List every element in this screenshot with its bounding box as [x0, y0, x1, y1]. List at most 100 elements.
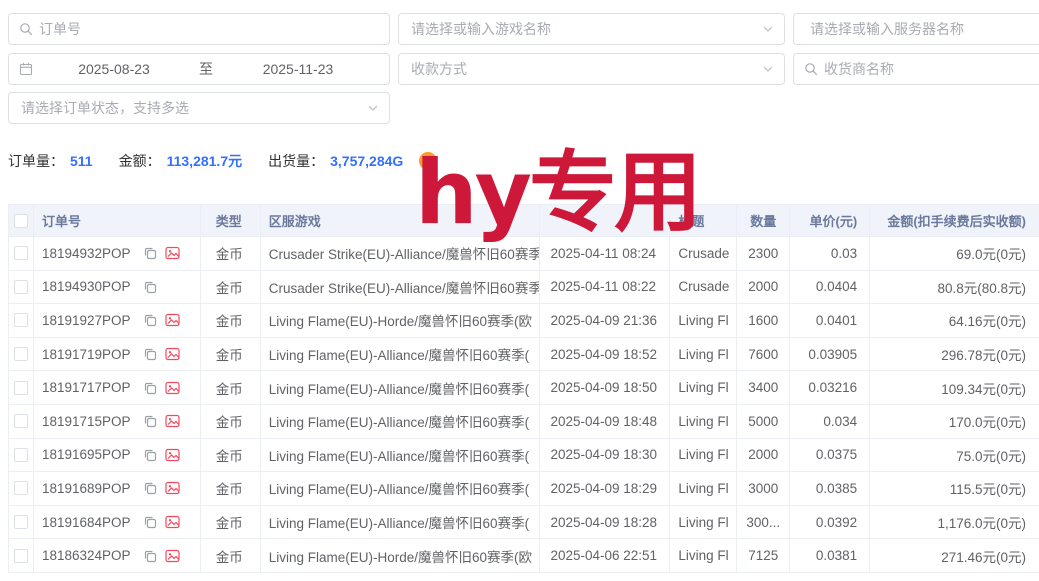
game-name-select[interactable]: 请选择或输入游戏名称 — [398, 13, 785, 45]
order-number: 18194930POP — [42, 279, 131, 294]
image-icon[interactable] — [165, 481, 180, 495]
copy-icon[interactable] — [143, 448, 157, 462]
order-title: Crusade — [670, 271, 737, 305]
order-title: Living Fl — [670, 338, 737, 372]
order-cell: 18191684POP — [34, 506, 201, 540]
quantity: 5000 — [737, 405, 790, 439]
copy-icon[interactable] — [143, 414, 157, 428]
amount: 1,176.0元(0元) — [870, 506, 1039, 540]
server-game: Living Flame(EU)-Alliance/魔兽怀旧60赛季( — [261, 405, 541, 439]
order-type: 金币 — [201, 304, 261, 338]
order-cell: 18194930POP — [34, 271, 201, 305]
image-icon[interactable] — [165, 448, 180, 462]
quantity: 3400 — [737, 371, 790, 405]
row-checkbox-cell — [9, 338, 34, 372]
order-number-input[interactable]: 订单号 — [8, 13, 390, 45]
image-icon[interactable] — [165, 347, 180, 361]
order-title: Living Fl — [670, 539, 737, 573]
row-checkbox[interactable] — [14, 414, 28, 428]
calendar-icon — [19, 62, 33, 76]
date-start[interactable]: 2025-08-23 — [33, 61, 195, 77]
chevron-down-icon — [762, 23, 774, 35]
order-time: 2025-04-11 08:22 — [540, 271, 670, 305]
date-end[interactable]: 2025-11-23 — [217, 61, 379, 77]
image-icon[interactable] — [165, 515, 180, 529]
order-number: 18186324POP — [42, 548, 131, 563]
receiver-name-input[interactable]: 收货商名称 — [793, 53, 1039, 85]
order-title: Living Fl — [670, 304, 737, 338]
date-range-picker[interactable]: 2025-08-23 至 2025-11-23 — [8, 53, 390, 85]
unit-price: 0.03 — [790, 237, 870, 271]
server-game: Crusader Strike(EU)-Alliance/魔兽怀旧60赛季( — [261, 271, 541, 305]
table-row: 18194932POP金币Crusader Strike(EU)-Allianc… — [9, 237, 1039, 271]
order-type: 金币 — [201, 539, 261, 573]
order-cell: 18191715POP — [34, 405, 201, 439]
row-checkbox[interactable] — [14, 280, 28, 294]
order-title: Living Fl — [670, 439, 737, 473]
copy-icon[interactable] — [143, 313, 157, 327]
order-time: 2025-04-06 22:51 — [540, 539, 670, 573]
row-checkbox[interactable] — [14, 381, 28, 395]
server-game: Living Flame(EU)-Alliance/魔兽怀旧60赛季( — [261, 472, 541, 506]
table-row: 18191719POP金币Living Flame(EU)-Alliance/魔… — [9, 338, 1039, 372]
server-game: Living Flame(EU)-Horde/魔兽怀旧60赛季(欧 — [261, 304, 541, 338]
copy-icon[interactable] — [143, 347, 157, 361]
row-checkbox[interactable] — [14, 347, 28, 361]
image-icon[interactable] — [165, 381, 180, 395]
copy-icon[interactable] — [143, 481, 157, 495]
row-checkbox-cell — [9, 371, 34, 405]
receiver-name-placeholder: 收货商名称 — [824, 59, 894, 79]
row-checkbox-cell — [9, 405, 34, 439]
order-title: Crusade — [670, 237, 737, 271]
image-icon[interactable] — [165, 549, 180, 563]
row-checkbox-cell — [9, 237, 34, 271]
game-name-placeholder: 请选择或输入游戏名称 — [411, 19, 551, 39]
order-time: 2025-04-09 18:30 — [540, 439, 670, 473]
image-icon[interactable] — [165, 246, 180, 260]
chevron-down-icon — [762, 63, 774, 75]
copy-icon[interactable] — [143, 381, 157, 395]
order-type: 金币 — [201, 338, 261, 372]
copy-icon[interactable] — [143, 280, 157, 294]
amount: 75.0元(0元) — [870, 439, 1039, 473]
copy-icon[interactable] — [143, 246, 157, 260]
order-time: 2025-04-09 18:52 — [540, 338, 670, 372]
unit-price: 0.0375 — [790, 439, 870, 473]
server-game: Living Flame(EU)-Horde/魔兽怀旧60赛季(欧 — [261, 539, 541, 573]
image-icon[interactable] — [165, 313, 180, 327]
header-quantity: 数量 — [737, 205, 790, 237]
help-icon[interactable]: ? — [419, 152, 437, 170]
order-cell: 18191717POP — [34, 371, 201, 405]
quantity: 7600 — [737, 338, 790, 372]
unit-price: 0.0381 — [790, 539, 870, 573]
order-cell: 18191695POP — [34, 439, 201, 473]
order-count-label: 订单量： — [8, 151, 64, 171]
payment-method-select[interactable]: 收款方式 — [398, 53, 785, 85]
copy-icon[interactable] — [143, 515, 157, 529]
server-game: Living Flame(EU)-Alliance/魔兽怀旧60赛季( — [261, 338, 541, 372]
order-management-page: 订单号 请选择或输入游戏名称 请选择或输入服务器名称 2025-08-23 至 … — [0, 0, 1039, 581]
order-status-select[interactable]: 请选择订单状态，支持多选 — [8, 92, 390, 124]
row-checkbox[interactable] — [14, 549, 28, 563]
header-server-game: 区服游戏 — [261, 205, 541, 237]
row-checkbox-cell — [9, 271, 34, 305]
order-type: 金币 — [201, 371, 261, 405]
header-type: 类型 — [201, 205, 261, 237]
image-icon[interactable] — [165, 414, 180, 428]
order-number-placeholder: 订单号 — [39, 19, 81, 39]
row-checkbox[interactable] — [14, 515, 28, 529]
order-time: 2025-04-09 18:28 — [540, 506, 670, 540]
amount-label: 金额： — [119, 151, 161, 171]
order-title: Living Fl — [670, 472, 737, 506]
amount: 69.0元(0元) — [870, 237, 1039, 271]
server-name-input[interactable]: 请选择或输入服务器名称 — [793, 13, 1039, 45]
row-checkbox[interactable] — [14, 481, 28, 495]
select-all-checkbox[interactable] — [14, 214, 28, 228]
row-checkbox[interactable] — [14, 313, 28, 327]
amount: 115.5元(0元) — [870, 472, 1039, 506]
copy-icon[interactable] — [143, 549, 157, 563]
amount: 271.46元(0元) — [870, 539, 1039, 573]
row-checkbox[interactable] — [14, 448, 28, 462]
order-type: 金币 — [201, 405, 261, 439]
row-checkbox[interactable] — [14, 246, 28, 260]
